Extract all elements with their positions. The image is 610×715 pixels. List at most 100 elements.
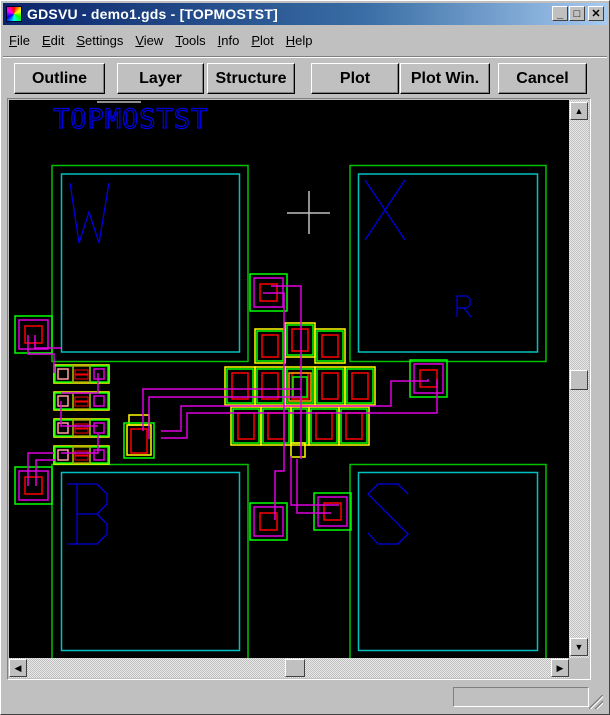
layout-drawing[interactable]: TOPMOSTST xyxy=(9,100,569,658)
scroll-right-button[interactable]: ▶ xyxy=(551,659,569,677)
menu-accel: E xyxy=(41,33,51,48)
cluster-cell-outline xyxy=(254,328,286,364)
menu-accel: P xyxy=(251,33,261,48)
cluster-cell-active xyxy=(262,408,290,444)
scroll-left-button[interactable]: ◀ xyxy=(9,659,27,677)
cluster-cell-contact xyxy=(261,334,279,358)
structure-button[interactable]: Structure xyxy=(207,63,295,94)
cluster-cell-contact xyxy=(237,412,255,440)
pad-inner xyxy=(60,173,241,353)
pad-outer xyxy=(51,463,249,658)
plot-button[interactable]: Plot xyxy=(311,63,399,94)
menu-accel: F xyxy=(9,33,17,48)
scroll-down-button[interactable]: ▼ xyxy=(570,638,588,656)
cluster-cell-active xyxy=(226,368,254,404)
transistor-contact xyxy=(57,395,69,407)
device-contact xyxy=(130,428,148,454)
label-r xyxy=(456,295,472,318)
transistor-contact xyxy=(57,449,69,461)
transistor-channel xyxy=(74,374,89,380)
devices xyxy=(53,322,376,465)
transistor-contact xyxy=(93,449,105,461)
layer-button[interactable]: Layer xyxy=(117,63,204,94)
menu-info[interactable]: Info xyxy=(212,31,246,51)
probe-pad-metal xyxy=(253,506,284,537)
cancel-button[interactable]: Cancel xyxy=(498,63,587,94)
metal-wire xyxy=(27,452,54,486)
cluster-cell-active xyxy=(286,368,314,404)
cluster-cell-active xyxy=(340,408,368,444)
transistor-channel xyxy=(74,369,89,375)
cluster-cell-active xyxy=(292,408,308,444)
menu-view[interactable]: View xyxy=(129,31,169,51)
menu-file[interactable]: File xyxy=(3,31,36,51)
minimize-button[interactable]: _ xyxy=(552,6,568,21)
menu-separator xyxy=(3,56,607,58)
menu-edit[interactable]: Edit xyxy=(36,31,70,51)
cluster-cell-active xyxy=(316,368,344,404)
horizontal-scrollbar[interactable]: ◀ ▶ xyxy=(9,658,569,678)
pad-b xyxy=(51,463,249,658)
menu-accel: H xyxy=(285,33,296,48)
transistor-channel xyxy=(74,428,89,434)
cluster-cell-contact xyxy=(291,328,309,352)
label-s xyxy=(367,483,409,545)
probe-pad-outer xyxy=(409,359,448,398)
resize-grip-icon[interactable] xyxy=(589,695,603,709)
transistor-channel xyxy=(74,396,89,402)
close-button[interactable]: ✕ xyxy=(588,6,604,21)
probe-pad-outer xyxy=(313,492,352,531)
pad-inner xyxy=(357,471,539,652)
vertical-scrollbar[interactable]: ▲ ▼ xyxy=(569,100,589,658)
cluster-cell-active xyxy=(346,368,374,404)
transistor-channel xyxy=(74,401,89,407)
menu-label: lot xyxy=(260,33,274,48)
menu-bar: File Edit Settings View Tools Info Plot … xyxy=(3,31,319,51)
menu-label: ile xyxy=(16,33,30,48)
pad-outer xyxy=(349,164,547,363)
cluster-cell-contact xyxy=(345,412,363,440)
menu-label: nfo xyxy=(221,33,240,48)
probe-pad-contact xyxy=(419,369,438,388)
status-bar xyxy=(3,683,607,711)
vertical-scroll-thumb[interactable] xyxy=(570,370,588,390)
pad-x xyxy=(349,164,547,363)
menu-settings[interactable]: Settings xyxy=(70,31,129,51)
scroll-up-button[interactable]: ▲ xyxy=(570,102,588,120)
pad-w xyxy=(51,164,249,363)
title-bar[interactable]: GDSVU - demo1.gds - [TOPMOSTST] _ □ ✕ xyxy=(3,3,607,25)
status-panel xyxy=(453,687,589,707)
menu-label: iew xyxy=(143,33,164,48)
menu-help[interactable]: Help xyxy=(280,31,319,51)
transistor-channel xyxy=(74,455,89,461)
cluster-cell-contact xyxy=(321,334,339,358)
app-window: GDSVU - demo1.gds - [TOPMOSTST] _ □ ✕ Fi… xyxy=(0,0,610,715)
outline-button[interactable]: Outline xyxy=(14,63,105,94)
probe-pad-metal xyxy=(317,496,348,527)
transistor-contact xyxy=(57,368,69,380)
label-b xyxy=(67,483,108,545)
menu-tools[interactable]: Tools xyxy=(169,31,211,51)
maximize-button[interactable]: □ xyxy=(569,6,585,21)
menu-plot[interactable]: Plot xyxy=(245,31,279,51)
menu-label: dit xyxy=(50,33,65,48)
plot-window-button[interactable]: Plot Win. xyxy=(400,63,490,94)
layout-canvas[interactable]: TOPMOSTST xyxy=(9,100,569,658)
cluster-cell-active xyxy=(232,408,260,444)
transistor-contact xyxy=(93,422,105,434)
metal-wire xyxy=(27,335,55,373)
menu-label: ettings xyxy=(85,33,124,48)
cluster-cell-contact xyxy=(267,412,285,440)
probe-pad-metal xyxy=(18,319,49,350)
probe-pad-metal xyxy=(18,470,49,501)
cluster-cell-active xyxy=(256,368,284,404)
cluster-cell-contact xyxy=(351,372,369,400)
pad-outer xyxy=(51,164,249,363)
menu-accel: S xyxy=(76,33,86,48)
horizontal-scroll-thumb[interactable] xyxy=(285,659,305,677)
transistor-contact xyxy=(93,368,105,380)
probe-pad-outer xyxy=(14,466,53,505)
crosshair-cursor xyxy=(287,191,330,234)
app-icon[interactable] xyxy=(6,6,22,22)
center-device-active xyxy=(292,376,308,398)
